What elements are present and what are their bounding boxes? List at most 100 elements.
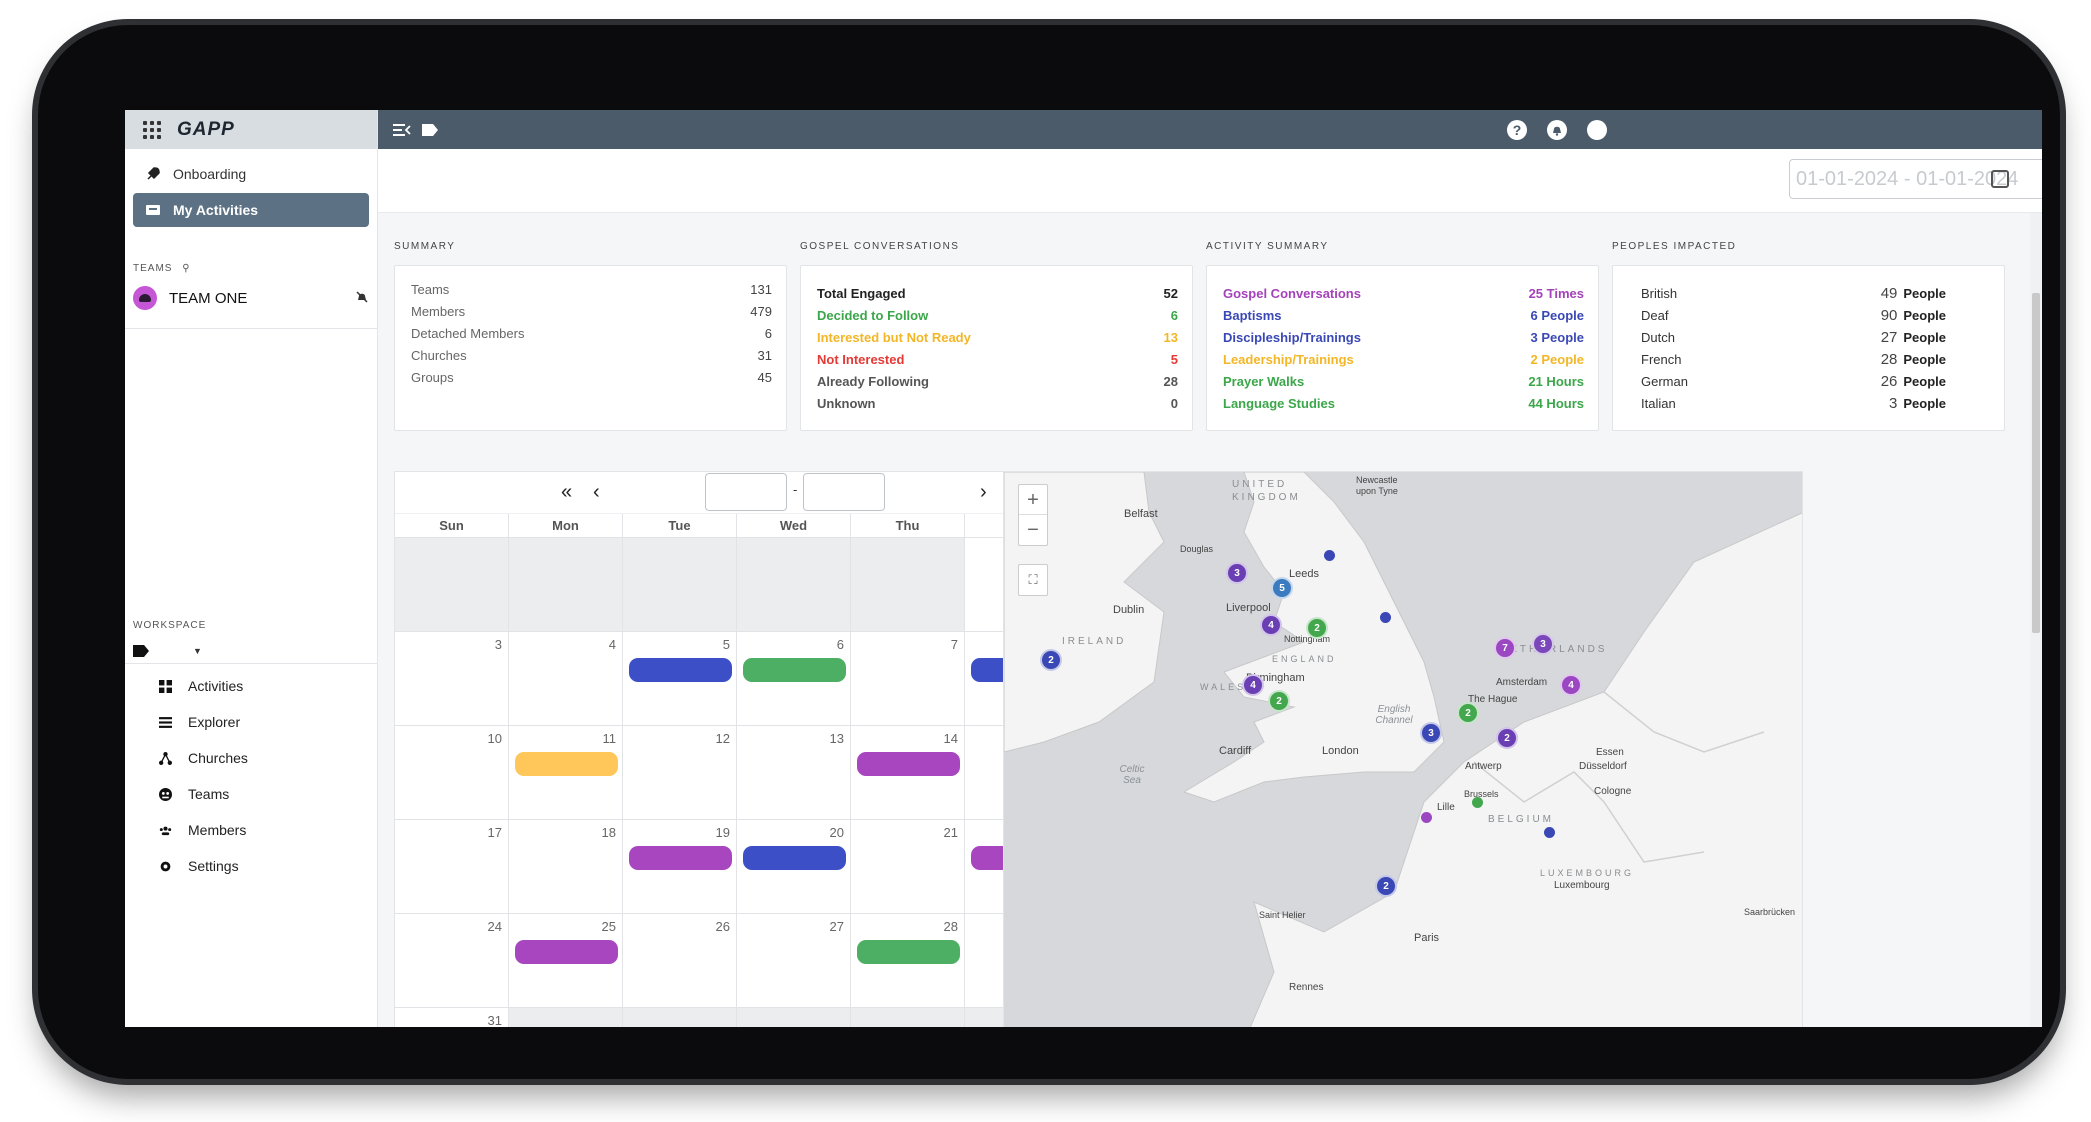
calendar-event[interactable] (515, 752, 618, 776)
network-icon (159, 751, 172, 765)
workspace-item-members[interactable]: Members (125, 812, 377, 848)
calendar-day-empty (623, 1008, 737, 1027)
map-cluster-marker[interactable]: 7 (1494, 637, 1516, 659)
vertical-scrollbar[interactable] (2030, 213, 2042, 1027)
map-cluster-marker[interactable]: 4 (1242, 674, 1264, 696)
activity-row: Leadership/Trainings 2 People (1223, 348, 1584, 370)
nav-onboarding[interactable]: Onboarding (133, 157, 369, 191)
map-cluster-marker[interactable]: 2 (1306, 617, 1328, 639)
apps-grid-icon[interactable] (143, 120, 161, 139)
calendar-day[interactable]: 11 (509, 726, 623, 820)
calendar-day[interactable]: 19 (623, 820, 737, 914)
tablet-frame: GAPP Onboarding My Activities TEAMS ⚲ TE… (38, 25, 2060, 1079)
peoples-value: 3 (1889, 394, 1898, 412)
map-cluster-marker[interactable]: 4 (1260, 614, 1282, 636)
activity-row: Language Studies 44 Hours (1223, 392, 1584, 414)
zoom-out-button[interactable]: − (1019, 515, 1047, 545)
nav-my-activities[interactable]: My Activities (133, 193, 369, 227)
workspace-item-explorer[interactable]: Explorer (125, 704, 377, 740)
calendar-day[interactable]: 3 (395, 632, 509, 726)
team-row[interactable]: TEAM ONE (125, 280, 377, 316)
month-start-input[interactable] (705, 473, 787, 511)
workspace-item-teams[interactable]: Teams (125, 776, 377, 812)
map-point[interactable] (1421, 812, 1432, 823)
map-cluster-marker[interactable]: 5 (1271, 577, 1293, 599)
prev-year-icon[interactable]: « (561, 481, 572, 504)
calendar-event[interactable] (743, 846, 846, 870)
calendar-day[interactable]: 25 (509, 914, 623, 1008)
calendar-day[interactable]: 31 (395, 1008, 509, 1027)
map-cluster-marker[interactable]: 2 (1375, 875, 1397, 897)
calendar-day[interactable]: 12 (623, 726, 737, 820)
map-point[interactable] (1544, 827, 1555, 838)
calendar-day[interactable]: 4 (509, 632, 623, 726)
calendar-event[interactable] (743, 658, 846, 682)
calendar-day[interactable]: 6 (737, 632, 851, 726)
day-number: 6 (836, 637, 844, 652)
calendar-day[interactable]: 24 (395, 914, 509, 1008)
calendar-day[interactable]: 14 (851, 726, 965, 820)
user-avatar[interactable] (1587, 120, 1607, 140)
calendar-icon[interactable] (1991, 170, 2009, 188)
day-of-week-header: Mon (509, 514, 623, 538)
calendar-event[interactable] (857, 752, 960, 776)
app-logo[interactable]: GAPP (177, 119, 235, 141)
map-cluster-marker[interactable]: 2 (1040, 649, 1062, 671)
workspace-selector[interactable]: ▼ (125, 631, 377, 663)
calendar-event[interactable] (629, 846, 732, 870)
calendar-day[interactable]: 20 (737, 820, 851, 914)
activity-value: 3 People (1530, 329, 1584, 345)
activity-map[interactable]: + − ⛶ Belfast Douglas Leeds Dublin Liver… (1003, 471, 1803, 1027)
help-icon[interactable]: ? (1507, 120, 1527, 140)
calendar-day[interactable]: 17 (395, 820, 509, 914)
scrollbar-thumb[interactable] (2032, 293, 2040, 633)
prev-month-icon[interactable]: ‹ (593, 481, 600, 504)
sidebar: GAPP Onboarding My Activities TEAMS ⚲ TE… (125, 110, 378, 1027)
region-label: WALES (1200, 682, 1247, 692)
summary-value: 45 (757, 369, 772, 385)
fullscreen-button[interactable]: ⛶ (1018, 564, 1048, 596)
notification-off-icon[interactable] (355, 290, 369, 307)
calendar-day[interactable]: 28 (851, 914, 965, 1008)
map-point[interactable] (1472, 797, 1483, 808)
summary-row: Detached Members 6 (411, 322, 772, 344)
map-cluster-marker[interactable]: 3 (1226, 562, 1248, 584)
map-cluster-marker[interactable]: 2 (1268, 690, 1290, 712)
month-end-input[interactable] (803, 473, 885, 511)
calendar-event[interactable] (857, 940, 960, 964)
peoples-row: Italian 3 People (1641, 392, 1946, 414)
team-icon (159, 787, 172, 801)
gospel-value: 28 (1163, 373, 1178, 389)
calendar-day[interactable]: 10 (395, 726, 509, 820)
calendar-event[interactable] (515, 940, 618, 964)
tag-icon[interactable] (420, 120, 440, 140)
menu-collapse-icon[interactable] (392, 120, 412, 140)
bell-icon[interactable] (1547, 120, 1567, 140)
workspace-item-settings[interactable]: Settings (125, 848, 377, 884)
grid-icon (159, 679, 172, 693)
workspace-item-churches[interactable]: Churches (125, 740, 377, 776)
calendar-day[interactable]: 26 (623, 914, 737, 1008)
pin-icon[interactable]: ⚲ (182, 263, 190, 274)
calendar-day[interactable]: 13 (737, 726, 851, 820)
calendar-event[interactable] (629, 658, 732, 682)
calendar-day[interactable]: 21 (851, 820, 965, 914)
map-cluster-marker[interactable]: 3 (1420, 722, 1442, 744)
map-point[interactable] (1324, 550, 1335, 561)
summary-label: Groups (411, 369, 454, 385)
workspace-item-activities[interactable]: Activities (125, 668, 377, 704)
next-month-icon[interactable]: › (980, 481, 987, 504)
gospel-label: Unknown (817, 395, 876, 411)
zoom-in-button[interactable]: + (1019, 485, 1047, 515)
map-label: Düsseldorf (1579, 761, 1627, 772)
map-cluster-marker[interactable]: 2 (1496, 727, 1518, 749)
activity-value: 21 Hours (1528, 373, 1584, 389)
map-cluster-marker[interactable]: 3 (1532, 633, 1554, 655)
calendar-day[interactable]: 18 (509, 820, 623, 914)
calendar-day[interactable]: 7 (851, 632, 965, 726)
map-cluster-marker[interactable]: 2 (1457, 702, 1479, 724)
map-cluster-marker[interactable]: 4 (1560, 674, 1582, 696)
calendar-day[interactable]: 5 (623, 632, 737, 726)
calendar-day[interactable]: 27 (737, 914, 851, 1008)
map-point[interactable] (1380, 612, 1391, 623)
